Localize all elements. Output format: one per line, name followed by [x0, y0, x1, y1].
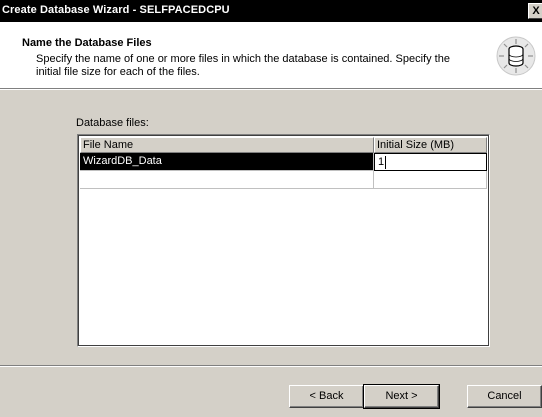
close-button[interactable]: X [528, 3, 542, 19]
table-row[interactable] [80, 171, 487, 189]
header-divider [0, 88, 542, 90]
file-name-cell[interactable] [80, 171, 374, 189]
initial-size-input[interactable]: 1 [374, 153, 487, 171]
text-caret [385, 155, 387, 169]
column-header-file-name[interactable]: File Name [80, 137, 374, 153]
back-button[interactable]: < Back [289, 385, 364, 408]
grid-header: File Name Initial Size (MB) [80, 137, 487, 153]
initial-size-cell[interactable] [374, 171, 487, 189]
wizard-header: Name the Database Files Specify the name… [0, 22, 542, 88]
file-name-text: WizardDB_Data [83, 155, 162, 167]
table-row[interactable]: WizardDB_Data 1 [80, 153, 487, 171]
database-files-label: Database files: [76, 117, 149, 129]
window-title: Create Database Wizard - SELFPACEDCPU [2, 4, 230, 16]
page-title: Name the Database Files [22, 37, 152, 49]
cancel-button[interactable]: Cancel [467, 385, 542, 408]
footer-divider [0, 365, 542, 367]
file-name-cell[interactable]: WizardDB_Data [80, 153, 374, 171]
title-bar[interactable]: Create Database Wizard - SELFPACEDCPU X [0, 0, 542, 22]
wizard-window: Create Database Wizard - SELFPACEDCPU X … [0, 0, 542, 417]
next-button[interactable]: Next > [363, 384, 440, 409]
database-files-grid[interactable]: File Name Initial Size (MB) WizardDB_Dat… [77, 134, 490, 347]
column-header-initial-size[interactable]: Initial Size (MB) [374, 137, 487, 153]
database-icon [496, 36, 536, 76]
initial-size-text: 1 [378, 156, 385, 168]
page-description: Specify the name of one or more files in… [36, 53, 450, 78]
